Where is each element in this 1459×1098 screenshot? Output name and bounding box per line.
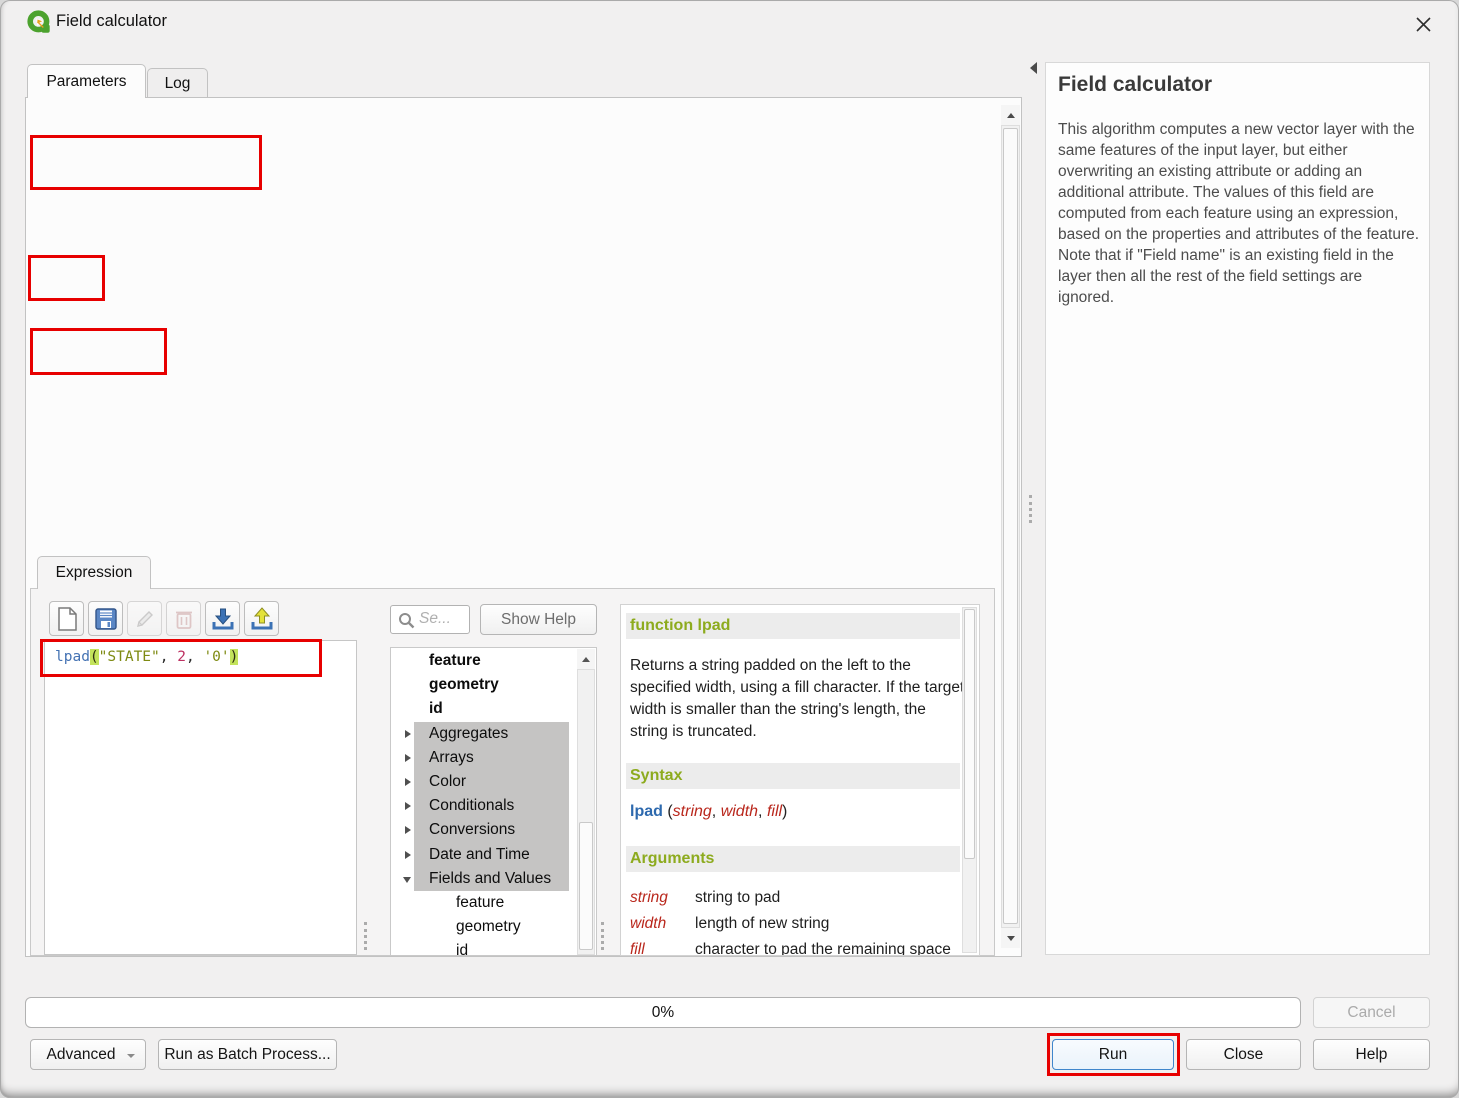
scroll-down-icon xyxy=(1007,936,1015,941)
arguments-heading: Arguments xyxy=(626,846,960,872)
argument-row: widthlength of new string xyxy=(630,915,829,933)
tree-item-conversions[interactable]: Conversions xyxy=(391,818,596,842)
tree-item-color[interactable]: Color xyxy=(391,770,596,794)
scroll-up-button[interactable] xyxy=(577,649,595,669)
expand-right-icon[interactable] xyxy=(405,754,411,762)
close-button[interactable]: Close xyxy=(1186,1039,1301,1070)
edit-expression-button xyxy=(127,601,162,636)
run-button[interactable]: Run xyxy=(1052,1039,1174,1070)
trash-icon xyxy=(174,608,194,630)
run-batch-button[interactable]: Run as Batch Process... xyxy=(158,1039,337,1070)
splitter-handle[interactable] xyxy=(364,922,367,950)
tree-item-feature-child[interactable]: feature xyxy=(391,891,596,915)
function-tree: feature geometry id Aggregates Arrays Co… xyxy=(390,647,597,956)
expression-editor[interactable]: lpad("STATE", 2, '0') xyxy=(44,640,357,955)
panel-splitter-handle[interactable] xyxy=(1029,495,1032,523)
tab-parameters[interactable]: Parameters xyxy=(27,64,146,98)
import-arrow-icon xyxy=(211,607,235,631)
tree-item-fields-and-values[interactable]: Fields and Values xyxy=(391,867,596,891)
expand-right-icon[interactable] xyxy=(405,802,411,810)
advanced-button[interactable]: Advanced xyxy=(30,1039,146,1070)
expand-down-icon[interactable] xyxy=(403,877,411,883)
pane-scrollbar-thumb[interactable] xyxy=(1003,128,1018,924)
expression-token: , xyxy=(186,649,203,665)
function-help-title: function lpad xyxy=(626,613,960,639)
tree-item-arrays[interactable]: Arrays xyxy=(391,746,596,770)
expression-token: 2 xyxy=(177,649,186,665)
window-title: Field calculator xyxy=(56,12,167,31)
delete-expression-button xyxy=(166,601,201,636)
progress-value: 0% xyxy=(652,1004,674,1022)
tree-scrollbar[interactable] xyxy=(577,669,595,955)
pane-scroll-down-button[interactable] xyxy=(1001,928,1020,948)
tree-item-conditionals[interactable]: Conditionals xyxy=(391,794,596,818)
expression-token: lpad xyxy=(55,649,90,665)
expression-token: '0' xyxy=(203,649,229,665)
search-input[interactable] xyxy=(419,610,463,628)
export-arrow-icon xyxy=(250,607,274,631)
scroll-up-icon xyxy=(1007,113,1015,118)
show-help-button[interactable]: Show Help xyxy=(480,604,597,635)
qgis-logo-icon xyxy=(27,10,51,34)
tab-log[interactable]: Log xyxy=(147,68,208,98)
expand-right-icon[interactable] xyxy=(405,851,411,859)
chevron-down-icon xyxy=(127,1054,135,1058)
argument-row: fillcharacter to pad the remaining space xyxy=(630,941,951,956)
expression-token: ( xyxy=(90,649,99,665)
expression-token: "STATE" xyxy=(99,649,160,665)
help-scrollbar-thumb[interactable] xyxy=(964,609,975,859)
algorithm-help-panel: Field calculator This algorithm computes… xyxy=(1045,62,1430,955)
expand-right-icon[interactable] xyxy=(405,778,411,786)
save-expression-button[interactable] xyxy=(88,601,123,636)
tree-item-geometry[interactable]: geometry xyxy=(391,673,596,697)
syntax-heading: Syntax xyxy=(626,763,960,789)
progress-bar: 0% xyxy=(25,997,1301,1028)
tree-item-id-child[interactable]: id xyxy=(391,939,596,956)
expand-right-icon[interactable] xyxy=(405,826,411,834)
cancel-button: Cancel xyxy=(1313,997,1430,1028)
help-button[interactable]: Help xyxy=(1313,1039,1430,1070)
pane-scrollbar[interactable] xyxy=(1001,125,1020,928)
new-expression-button[interactable] xyxy=(49,601,84,636)
import-expression-button[interactable] xyxy=(205,601,240,636)
expression-code: lpad("STATE", 2, '0') xyxy=(55,649,238,665)
expression-token: , xyxy=(160,649,177,665)
search-icon xyxy=(398,612,415,629)
tree-item-geometry-child[interactable]: geometry xyxy=(391,915,596,939)
pane-scroll-up-button[interactable] xyxy=(1001,105,1020,125)
tab-expression[interactable]: Expression xyxy=(37,556,151,589)
field-calculator-dialog: Field calculator Parameters Log Input la… xyxy=(0,0,1459,1098)
close-icon[interactable] xyxy=(1408,10,1438,38)
function-help-description: Returns a string padded on the left to t… xyxy=(630,655,968,743)
tree-item-aggregates[interactable]: Aggregates xyxy=(391,722,596,746)
save-icon xyxy=(95,608,117,630)
function-search-box xyxy=(390,605,470,634)
help-scrollbar[interactable] xyxy=(962,607,977,953)
function-help-panel: function lpad Returns a string padded on… xyxy=(620,604,980,956)
syntax-line: lpad (string, width, fill) xyxy=(630,803,787,821)
tree-scrollbar-thumb[interactable] xyxy=(579,822,593,950)
splitter-handle[interactable] xyxy=(601,922,604,950)
argument-row: stringstring to pad xyxy=(630,889,780,907)
expression-token: ) xyxy=(230,649,239,665)
export-expression-button[interactable] xyxy=(244,601,279,636)
tree-item-id[interactable]: id xyxy=(391,697,596,721)
algorithm-title: Field calculator xyxy=(1058,73,1212,97)
pencil-icon xyxy=(134,608,156,630)
collapse-panel-icon[interactable] xyxy=(1030,62,1037,74)
algorithm-description: This algorithm computes a new vector lay… xyxy=(1058,119,1420,308)
new-file-icon xyxy=(57,607,77,631)
tree-item-feature[interactable]: feature xyxy=(391,649,596,673)
tree-item-date-and-time[interactable]: Date and Time xyxy=(391,843,596,867)
expand-right-icon[interactable] xyxy=(405,730,411,738)
scroll-up-icon xyxy=(582,657,590,662)
